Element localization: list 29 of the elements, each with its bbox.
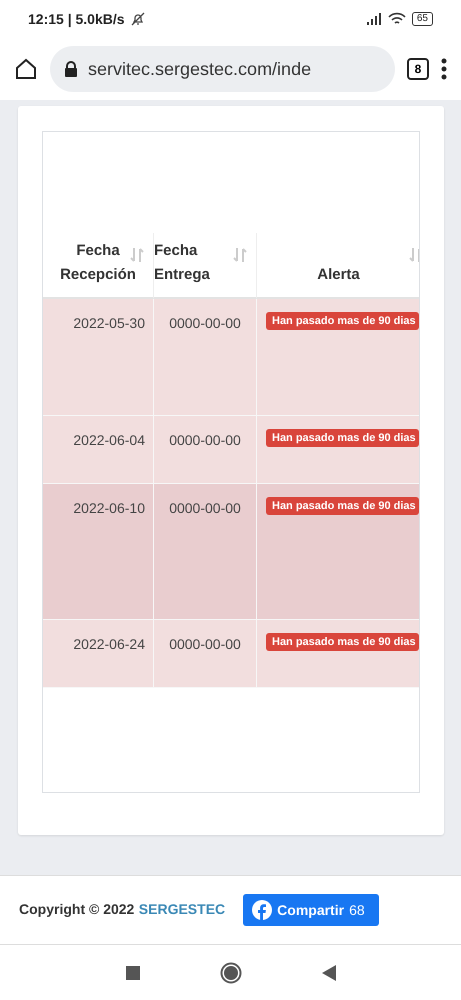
table-cell: 0000-00-00 — [154, 416, 257, 484]
home-button-icon[interactable] — [220, 962, 242, 984]
table-cell: 2022-06-10 — [43, 484, 154, 620]
wifi-icon — [388, 12, 406, 26]
signal-icon — [366, 13, 382, 25]
status-time: 12:15 | 5.0kB/s — [28, 11, 125, 27]
copyright-text: Copyright © 2022 — [19, 901, 134, 917]
table-cell: 2022-06-04 — [43, 416, 154, 484]
table-cell: 0000-00-00 — [154, 620, 257, 688]
table-cell: 0000-00-00 — [154, 484, 257, 620]
home-icon[interactable] — [14, 57, 38, 81]
back-icon[interactable] — [322, 964, 336, 980]
alert-badge: Han pasado mas de 90 dias — [266, 497, 419, 515]
recents-icon[interactable] — [126, 966, 140, 980]
alert-badge: Han pasado mas de 90 dias — [266, 312, 419, 330]
bell-off-icon — [130, 12, 145, 26]
battery-level: 65 — [412, 12, 433, 26]
lock-icon — [64, 61, 78, 77]
facebook-icon — [252, 900, 272, 920]
table-cell: 2022-05-30 — [43, 299, 154, 416]
tab-count-button[interactable]: 8 — [407, 58, 429, 80]
alert-badge: Han pasado mas de 90 dias — [266, 429, 419, 447]
address-bar[interactable]: servitec.sergestec.com/inde — [50, 46, 395, 92]
share-button[interactable]: Compartir 68 — [243, 894, 379, 926]
table-cell: 0000-00-00 — [154, 299, 257, 416]
brand-link[interactable]: SERGESTEC — [138, 901, 226, 917]
menu-icon[interactable] — [441, 58, 447, 80]
table-cell: 2022-06-24 — [43, 620, 154, 688]
alert-badge: Han pasado mas de 90 dias — [266, 633, 419, 651]
